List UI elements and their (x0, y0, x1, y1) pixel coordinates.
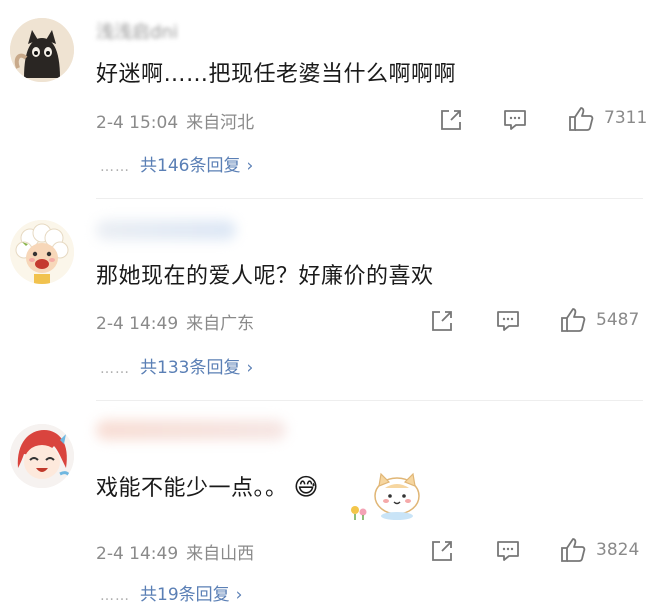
share-icon (432, 311, 452, 331)
sticker-image (345, 464, 425, 520)
replies-count[interactable]: 共146条回复 (140, 156, 240, 176)
replies-link[interactable]: …… 共146条回复 › (100, 151, 253, 176)
chevron-right-icon: › (246, 358, 254, 378)
comment-date: 2-4 14:49 (96, 314, 179, 334)
anime-girl-avatar-icon (10, 424, 74, 488)
comment-icon (504, 110, 526, 130)
comment-meta: 2-4 14:49 来自山西 (96, 539, 254, 564)
comment-location: 来自广东 (186, 314, 255, 334)
comment-button[interactable] (501, 106, 529, 134)
comment-text-content: 戏能不能少一点。。 (96, 476, 288, 501)
sheep-avatar-icon (10, 220, 74, 284)
share-button[interactable] (437, 106, 465, 134)
avatar[interactable] (10, 424, 74, 488)
like-button[interactable] (558, 535, 586, 563)
comment-location: 来自山西 (186, 544, 255, 564)
comment-date: 2-4 15:04 (96, 113, 179, 133)
share-button[interactable] (428, 307, 456, 335)
comment-date: 2-4 14:49 (96, 544, 179, 564)
avatar[interactable] (10, 220, 74, 284)
replies-count[interactable]: 共133条回复 (140, 358, 240, 378)
username-redacted (96, 420, 286, 440)
replies-link[interactable]: …… 共133条回复 › (100, 353, 253, 378)
share-button[interactable] (428, 537, 456, 565)
comment-icon (497, 311, 519, 331)
comment-button[interactable] (494, 537, 522, 565)
comment-item: 那她现在的爱人呢？好廉价的喜欢 2-4 14:49 来自广东 5487 …… 共13… (0, 200, 655, 401)
replies-dots: …… (100, 361, 130, 377)
comment-text: 那她现在的爱人呢？好廉价的喜欢 (96, 264, 434, 289)
username[interactable]: 浅浅启dni (96, 18, 178, 43)
divider (96, 400, 643, 401)
cat-sticker-icon (351, 472, 420, 520)
comment-icon (497, 541, 519, 561)
replies-dots: …… (100, 588, 130, 604)
comment-text: 戏能不能少一点。。 😅 (96, 470, 319, 502)
sweat-smile-emoji: 😅 (293, 473, 320, 501)
comment-meta: 2-4 15:04 来自河北 (96, 108, 254, 133)
thumb-up-icon (569, 107, 594, 131)
comment-button[interactable] (494, 307, 522, 335)
chevron-right-icon: › (246, 156, 254, 176)
like-count: 7311 (604, 108, 648, 128)
replies-link[interactable]: …… 共19条回复 › (100, 580, 242, 605)
divider (96, 198, 643, 199)
comment-item: 戏能不能少一点。。 😅 2-4 14:49 来自山西 3824 …… 共19条回… (0, 402, 655, 610)
thumb-up-icon (561, 308, 586, 332)
replies-dots: …… (100, 159, 130, 175)
share-icon (432, 541, 452, 561)
cat-avatar-icon (10, 18, 74, 82)
comment-meta: 2-4 14:49 来自广东 (96, 309, 254, 334)
comment-item: 浅浅启dni 好迷啊……把现任老婆当什么啊啊啊 2-4 15:04 来自河北 73… (0, 0, 655, 200)
thumb-up-icon (561, 538, 586, 562)
chevron-right-icon: › (235, 585, 243, 605)
replies-count[interactable]: 共19条回复 (140, 585, 230, 605)
comment-location: 来自河北 (186, 113, 255, 133)
share-icon (441, 110, 461, 130)
like-count: 3824 (596, 540, 640, 560)
comment-text: 好迷啊……把现任老婆当什么啊啊啊 (96, 62, 457, 87)
like-button[interactable] (558, 305, 586, 333)
like-button[interactable] (566, 104, 594, 132)
like-count: 5487 (596, 310, 640, 330)
username-redacted (96, 220, 236, 240)
avatar[interactable] (10, 18, 74, 82)
